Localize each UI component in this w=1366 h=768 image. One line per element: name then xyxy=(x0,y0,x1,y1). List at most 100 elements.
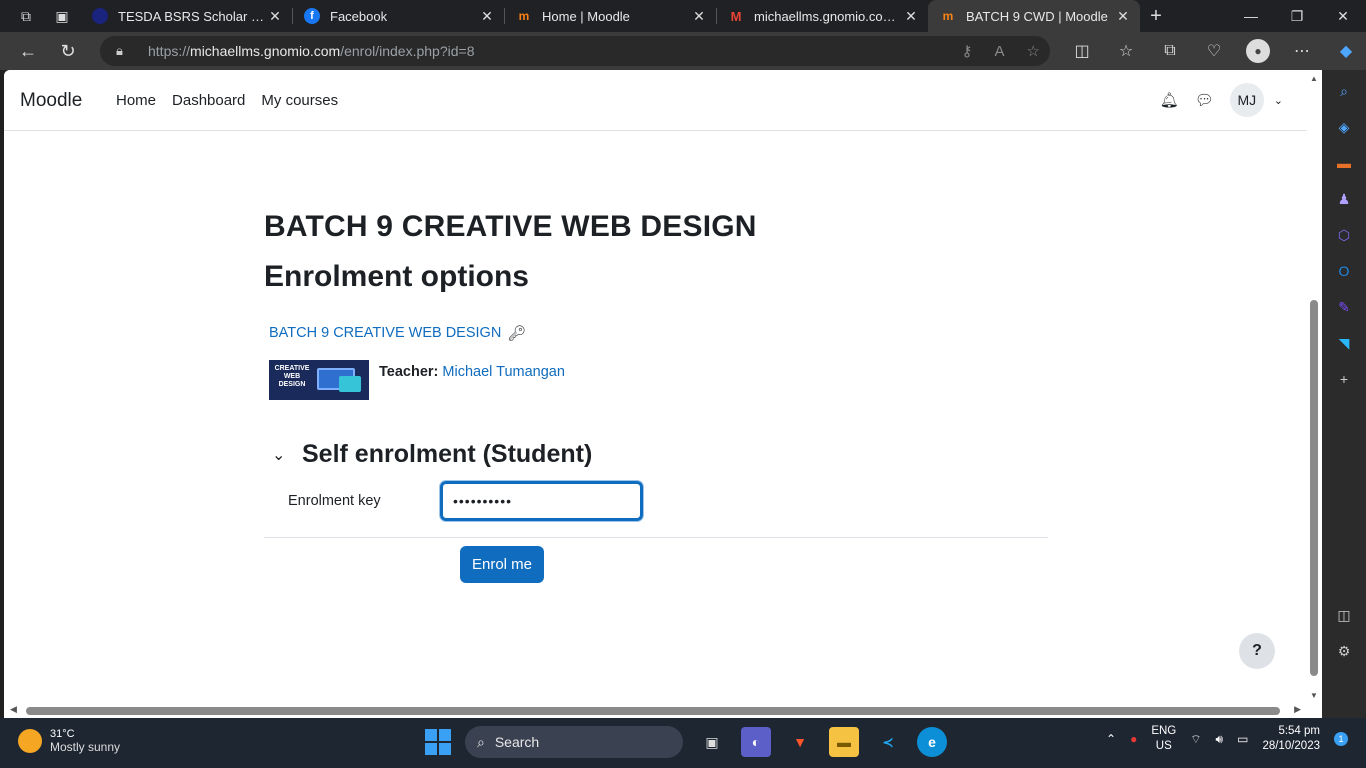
wifi-icon[interactable]: ⌔ xyxy=(1190,732,1201,747)
tab-actions-icon[interactable]: ▣ xyxy=(44,0,80,32)
restore-icon[interactable]: ❐ xyxy=(1274,0,1320,32)
favorite-star-icon[interactable]: ☆ xyxy=(1027,42,1040,60)
windows-taskbar: 31°C Mostly sunny ⌕ Search ▣ ◐ ▼ ▬ ≺ e ⌃… xyxy=(0,718,1366,768)
close-tab-icon[interactable]: ✕ xyxy=(1114,8,1132,25)
close-window-icon[interactable]: ✕ xyxy=(1320,0,1366,32)
refresh-icon[interactable]: ↻ xyxy=(48,35,88,67)
tab-gmail[interactable]: M michaellms.gnomio.com: Pa ✕ xyxy=(716,0,928,32)
scroll-up-icon[interactable]: ▲ xyxy=(1310,74,1318,83)
edge-icon[interactable]: e xyxy=(917,727,947,757)
search-icon: ⌕ xyxy=(477,733,485,750)
tab-title: BATCH 9 CWD | Moodle xyxy=(966,8,1108,24)
task-view-icon[interactable]: ▣ xyxy=(697,727,727,757)
close-tab-icon[interactable]: ✕ xyxy=(902,8,920,25)
tab-facebook[interactable]: f Facebook ✕ xyxy=(292,0,504,32)
browser-tab-strip: ⧉ ▣ TESDA BSRS Scholar Profile ✕ f Faceb… xyxy=(0,0,1366,32)
sidebar-layout-icon[interactable]: ◫ xyxy=(1333,604,1355,626)
scroll-right-icon[interactable]: ▶ xyxy=(1294,704,1301,715)
vertical-scrollbar[interactable]: ▲ ▼ xyxy=(1307,70,1322,704)
notification-badge[interactable]: 1 xyxy=(1334,732,1348,746)
enrolment-key-label: Enrolment key xyxy=(288,493,381,509)
show-hidden-icons[interactable]: ⌃ xyxy=(1106,732,1116,746)
page-title: Enrolment options xyxy=(264,260,529,293)
start-button[interactable] xyxy=(425,729,451,755)
divider xyxy=(264,537,1048,538)
brave-icon[interactable]: ▼ xyxy=(785,727,815,757)
search-label: Search xyxy=(494,734,540,750)
designer-icon[interactable]: ✎ xyxy=(1333,296,1355,318)
tab-batch9[interactable]: m BATCH 9 CWD | Moodle ✕ xyxy=(928,0,1140,32)
split-screen-icon[interactable]: ◫ xyxy=(1060,41,1104,61)
profile-icon[interactable]: ● xyxy=(1246,39,1270,63)
tools-icon[interactable]: ▬ xyxy=(1333,152,1355,174)
new-tab-icon[interactable]: + xyxy=(1140,5,1172,28)
main-content: BATCH 9 CREATIVE WEB DESIGN Enrolment op… xyxy=(264,210,1050,583)
teacher-label: Teacher: xyxy=(379,364,439,380)
messages-icon[interactable]: 💬︎ xyxy=(1195,91,1214,109)
drop-icon[interactable]: ◥ xyxy=(1333,332,1355,354)
notification-bell-icon[interactable]: 🔔︎ xyxy=(1160,91,1179,109)
more-menu-icon[interactable]: ⋯ xyxy=(1280,41,1324,61)
scroll-left-icon[interactable]: ◀ xyxy=(10,704,17,715)
weather-sun-icon xyxy=(18,729,42,753)
site-brand[interactable]: Moodle xyxy=(20,90,82,112)
scroll-thumb[interactable] xyxy=(1310,300,1318,676)
course-info: CREATIVE WEB DESIGN Teacher: Michael Tum… xyxy=(269,360,1050,400)
close-tab-icon[interactable]: ✕ xyxy=(266,8,284,25)
user-avatar[interactable]: MJ xyxy=(1229,83,1264,117)
language-indicator[interactable]: ENG US xyxy=(1151,724,1176,754)
battery-icon[interactable]: ▭ xyxy=(1237,732,1248,746)
outlook-icon[interactable]: O xyxy=(1333,260,1355,282)
close-tab-icon[interactable]: ✕ xyxy=(478,8,496,25)
vscode-icon[interactable]: ≺ xyxy=(873,727,903,757)
lock-icon: 🔒︎ xyxy=(116,43,123,58)
enrolment-key-row: Enrolment key •••••••••• xyxy=(264,481,1050,521)
shopping-icon[interactable]: ◈ xyxy=(1333,116,1355,138)
back-icon[interactable]: ← xyxy=(8,35,48,67)
workspaces-icon[interactable]: ⧉ xyxy=(8,0,44,32)
copilot-icon[interactable]: ◆ xyxy=(1324,41,1366,61)
taskbar-search[interactable]: ⌕ Search xyxy=(465,726,683,758)
scroll-thumb[interactable] xyxy=(26,707,1280,715)
gmail-favicon-icon: M xyxy=(730,8,742,24)
close-tab-icon[interactable]: ✕ xyxy=(690,8,708,25)
office-icon[interactable]: ⬡ xyxy=(1333,224,1355,246)
nav-home[interactable]: Home xyxy=(116,92,156,109)
read-aloud-icon[interactable]: A xyxy=(995,43,1005,60)
games-icon[interactable]: ♟ xyxy=(1333,188,1355,210)
teacher-link[interactable]: Michael Tumangan xyxy=(442,364,565,380)
self-enrolment-header[interactable]: ⌄ Self enrolment (Student) xyxy=(264,440,1050,469)
tab-tesda[interactable]: TESDA BSRS Scholar Profile ✕ xyxy=(80,0,292,32)
chevron-down-icon[interactable]: ⌄ xyxy=(1274,94,1283,107)
minimize-icon[interactable]: — xyxy=(1228,0,1274,32)
teacher-info: Teacher: Michael Tumangan xyxy=(379,364,565,400)
tab-title: michaellms.gnomio.com: Pa xyxy=(754,8,902,24)
collections-icon[interactable]: ⧉ xyxy=(1148,42,1192,60)
tab-moodle-home[interactable]: m Home | Moodle ✕ xyxy=(504,0,716,32)
key-icon[interactable]: ⚷ xyxy=(962,42,973,60)
search-icon[interactable]: ⌕ xyxy=(1333,80,1355,102)
weather-widget[interactable]: 31°C Mostly sunny xyxy=(18,728,120,754)
edge-sidebar: ⌕ ◈ ▬ ♟ ⬡ O ✎ ◥ + ◫ ⚙ xyxy=(1322,70,1366,718)
help-button[interactable]: ? xyxy=(1239,633,1275,669)
add-icon[interactable]: + xyxy=(1333,368,1355,390)
tab-title: Home | Moodle xyxy=(542,8,630,24)
enrol-me-button[interactable]: Enrol me xyxy=(460,546,544,583)
enrolment-key-input[interactable]: •••••••••• xyxy=(440,481,643,521)
defender-alert-icon[interactable]: ● xyxy=(1130,732,1137,746)
favorites-icon[interactable]: ☆ xyxy=(1104,41,1148,61)
meet-icon[interactable]: ◐ xyxy=(741,727,771,757)
url-text: https://michaellms.gnomio.com/enrol/inde… xyxy=(148,43,475,59)
course-link[interactable]: BATCH 9 CREATIVE WEB DESIGN xyxy=(269,325,501,341)
clock[interactable]: 5:54 pm 28/10/2023 xyxy=(1262,724,1320,754)
chevron-down-icon[interactable]: ⌄ xyxy=(264,445,292,465)
browser-essentials-icon[interactable]: ♡ xyxy=(1192,41,1236,61)
horizontal-scrollbar[interactable]: ◀ ▶ xyxy=(4,704,1307,718)
file-explorer-icon[interactable]: ▬ xyxy=(829,727,859,757)
settings-icon[interactable]: ⚙ xyxy=(1333,640,1355,662)
volume-icon[interactable]: 🔊︎ xyxy=(1216,732,1224,747)
address-bar[interactable]: 🔒︎ https://michaellms.gnomio.com/enrol/i… xyxy=(100,36,1050,66)
nav-my-courses[interactable]: My courses xyxy=(261,92,338,109)
scroll-down-icon[interactable]: ▼ xyxy=(1310,691,1318,700)
nav-dashboard[interactable]: Dashboard xyxy=(172,92,245,109)
